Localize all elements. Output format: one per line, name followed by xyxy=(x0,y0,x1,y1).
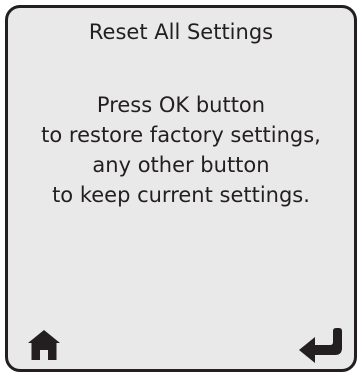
reset-settings-screen: Reset All Settings Press OK button to re… xyxy=(5,5,357,372)
home-icon[interactable] xyxy=(26,328,62,362)
message-line: any other button xyxy=(92,153,270,177)
message-line: to restore factory settings, xyxy=(41,123,321,147)
message-line: to keep current settings. xyxy=(52,183,310,207)
reset-message: Press OK button to restore factory setti… xyxy=(8,90,354,210)
return-arrow-icon[interactable] xyxy=(297,325,345,363)
message-line: Press OK button xyxy=(96,93,266,117)
screen-title: Reset All Settings xyxy=(88,20,274,44)
